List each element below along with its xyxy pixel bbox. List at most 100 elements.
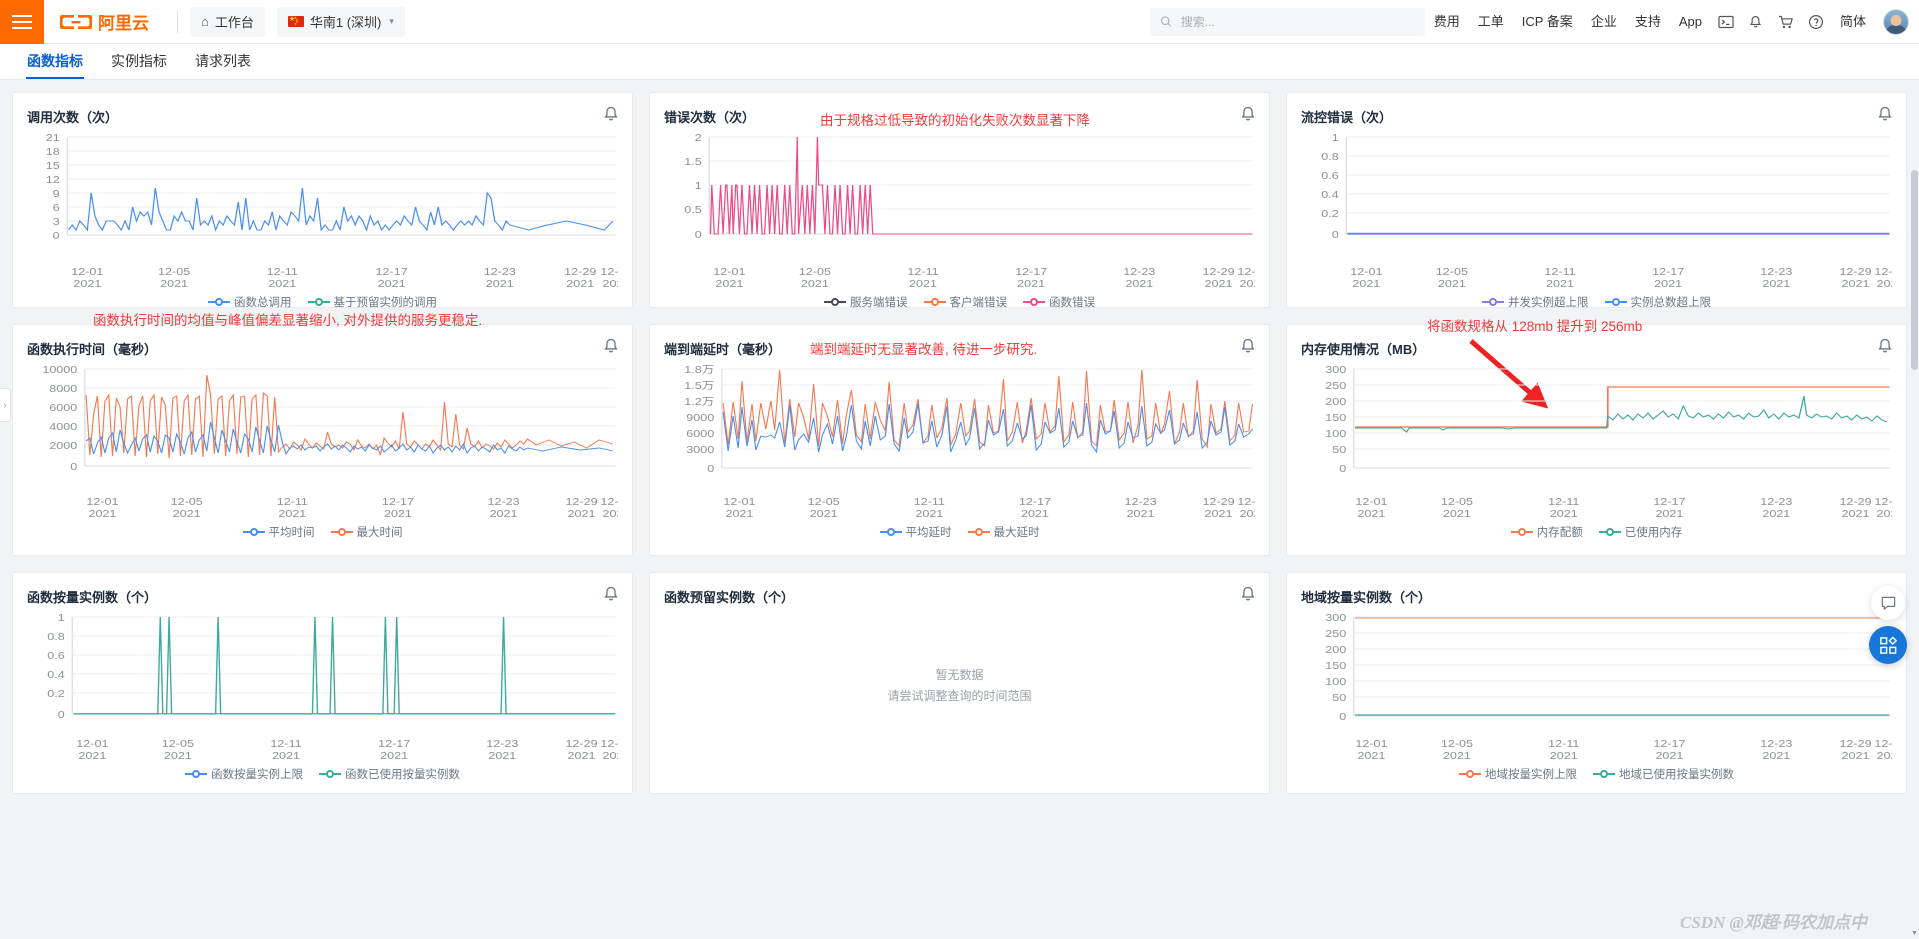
y-axis-labels: 2 1.5 1 0.5 0 (684, 133, 701, 241)
svg-text:0.8: 0.8 (47, 632, 64, 643)
legend-region-instances: 地域按量实例上限 地域已使用按量实例数 (1301, 766, 1892, 782)
legend-errors: 服务端错误 客户端错误 函数错误 (664, 294, 1255, 310)
search-input[interactable] (1178, 13, 1415, 30)
annotation-memory: 将函数规格从 128mb 提升到 256mb (1427, 319, 1643, 334)
tab-bar: 函数指标 实例指标 请求列表 (0, 44, 1919, 80)
apps-launcher-button[interactable] (1869, 626, 1907, 664)
svg-text:0.8: 0.8 (1321, 152, 1338, 163)
svg-text:1.2万: 1.2万 (684, 397, 714, 408)
legend-item[interactable]: 已使用内存 (1598, 524, 1682, 540)
legend-item[interactable]: 实例总数超上限 (1604, 294, 1711, 310)
alarm-bell-icon[interactable] (602, 585, 620, 603)
legend-label: 内存配额 (1536, 527, 1583, 539)
legend-item[interactable]: 客户端错误 (923, 294, 1007, 310)
chart-invocations[interactable]: 21 18 15 12 9 6 3 0 12-01 2021 12-05 202… (27, 128, 618, 292)
tab-request-list[interactable]: 请求列表 (194, 44, 252, 79)
svg-text:0: 0 (70, 462, 77, 473)
legend-marker-icon (1604, 297, 1627, 307)
header-link-tickets[interactable]: 工单 (1469, 0, 1513, 44)
svg-text:2021: 2021 (1438, 279, 1466, 290)
avatar[interactable] (1883, 8, 1909, 35)
header-link-enterprise[interactable]: 企业 (1582, 0, 1626, 44)
legend-item[interactable]: 地域已使用按量实例数 (1593, 766, 1734, 782)
legend-item[interactable]: 函数已使用按量实例数 (319, 766, 460, 782)
svg-text:12-29: 12-29 (1839, 267, 1871, 278)
header-link-support[interactable]: 支持 (1626, 0, 1670, 44)
legend-item[interactable]: 并发实例超上限 (1482, 294, 1589, 310)
home-icon: ⌂ (201, 14, 209, 29)
svg-text:12-05: 12-05 (799, 267, 831, 278)
region-selector[interactable]: ★ ★ ★ ★ ★ 华南1 (深圳) ▾ (276, 6, 405, 37)
page-scrollbar-thumb[interactable] (1911, 170, 1918, 370)
svg-text:1: 1 (695, 181, 702, 192)
bell-icon[interactable] (1741, 0, 1771, 44)
alarm-bell-icon[interactable] (1239, 105, 1257, 123)
scroll-down-arrow-icon[interactable]: ▼ (1910, 928, 1919, 939)
y-axis-labels: 1 0.8 0.6 0.4 0.2 0 (47, 613, 64, 721)
alarm-bell-icon[interactable] (1876, 337, 1894, 355)
metrics-board: 调用次数（次） 21 18 15 12 9 6 3 0 12-01 2021 1… (0, 80, 1919, 794)
legend-item[interactable]: 服务端错误 (824, 294, 908, 310)
tab-function-metrics[interactable]: 函数指标 (26, 44, 84, 79)
header-link-icp[interactable]: ICP 备案 (1513, 0, 1582, 44)
svg-text:12-05: 12-05 (158, 267, 190, 278)
svg-text:12-01: 12-01 (86, 497, 118, 508)
svg-text:4000: 4000 (49, 422, 77, 433)
workbench-button[interactable]: ⌂ 工作台 (190, 6, 265, 37)
header-link-app[interactable]: App (1670, 0, 1711, 44)
alarm-bell-icon[interactable] (1239, 585, 1257, 603)
legend-item[interactable]: 最大时间 (330, 524, 403, 540)
legend-item[interactable]: 函数错误 (1023, 294, 1095, 310)
legend-item[interactable]: 函数按量实例上限 (185, 766, 303, 782)
svg-text:12-23: 12-23 (1760, 739, 1792, 750)
legend-item[interactable]: 平均时间 (242, 524, 315, 540)
svg-text:202: 202 (1876, 751, 1892, 762)
language-switch[interactable]: 简体 (1831, 0, 1875, 44)
svg-text:2021: 2021 (725, 509, 753, 520)
y-axis-labels: 300 250 200 150 100 50 0 (1325, 613, 1346, 723)
svg-text:250: 250 (1325, 381, 1346, 392)
svg-text:50: 50 (1332, 445, 1346, 456)
chart-region-instances[interactable]: 300 250 200 150 100 50 0 12-01 2021 12-0… (1301, 608, 1892, 764)
legend-item[interactable]: 地域按量实例上限 (1459, 766, 1577, 782)
card-region-instances: 地域按量实例数（个） 300 250 200 150 100 50 0 12-0… (1286, 572, 1907, 794)
legend-item[interactable]: 函数总调用 (208, 294, 292, 310)
chart-function-duration[interactable]: 10000 8000 6000 4000 2000 0 12-01 2021 1… (27, 360, 618, 522)
sidebar-expand-handle[interactable]: › (0, 388, 11, 422)
svg-text:150: 150 (1325, 661, 1346, 672)
alibaba-cloud-logo[interactable]: 阿里云 (44, 9, 177, 35)
workbench-label: 工作台 (214, 15, 254, 30)
legend-item[interactable]: 内存配额 (1510, 524, 1583, 540)
legend-marker-icon (923, 297, 946, 307)
chart-throttle-errors[interactable]: 1 0.8 0.6 0.4 0.2 0 12-01 2021 12-05 202… (1301, 128, 1892, 292)
svg-text:1.5万: 1.5万 (684, 381, 714, 392)
svg-text:2021: 2021 (1125, 279, 1153, 290)
chart-errors[interactable]: 2 1.5 1 0.5 0 12-01 2021 12-05 2021 12-1… (664, 128, 1255, 292)
x-axis-memory-usage: 12-012021 12-052021 12-112021 12-172021 … (1355, 497, 1892, 520)
search-box[interactable] (1149, 7, 1425, 36)
svg-text:2021: 2021 (1842, 509, 1870, 520)
chart-memory-usage[interactable]: 300 250 200 150 100 50 0 12-01 2021 12-0… (1301, 360, 1892, 522)
series-line-ondemand-used (73, 616, 616, 715)
alarm-bell-icon[interactable] (1239, 337, 1257, 355)
help-icon[interactable] (1801, 0, 1831, 44)
cart-icon[interactable] (1771, 0, 1801, 44)
header-link-fees[interactable]: 费用 (1425, 0, 1469, 44)
alarm-bell-icon[interactable] (602, 105, 620, 123)
svg-text:2021: 2021 (1352, 279, 1380, 290)
legend-item[interactable]: 基于预留实例的调用 (307, 294, 437, 310)
tab-instance-metrics[interactable]: 实例指标 (110, 44, 168, 79)
feedback-button[interactable] (1871, 586, 1905, 620)
hamburger-icon[interactable] (0, 0, 44, 44)
legend-item[interactable]: 平均延时 (879, 524, 952, 540)
svg-text:12-3: 12-3 (600, 497, 618, 508)
alarm-bell-icon[interactable] (602, 337, 620, 355)
svg-text:1.5: 1.5 (684, 157, 701, 168)
alarm-bell-icon[interactable] (1876, 105, 1894, 123)
china-flag-icon: ★ ★ ★ ★ ★ (287, 16, 304, 27)
chart-e2e-latency[interactable]: 1.8万 1.5万 1.2万 9000 6000 3000 0 12-01 20… (664, 360, 1255, 522)
legend-item[interactable]: 最大延时 (967, 524, 1040, 540)
chart-ondemand-instances[interactable]: 1 0.8 0.6 0.4 0.2 0 12-01 2021 12-05 202… (27, 608, 618, 764)
terminal-icon[interactable] (1711, 0, 1741, 44)
svg-text:2021: 2021 (1127, 509, 1155, 520)
